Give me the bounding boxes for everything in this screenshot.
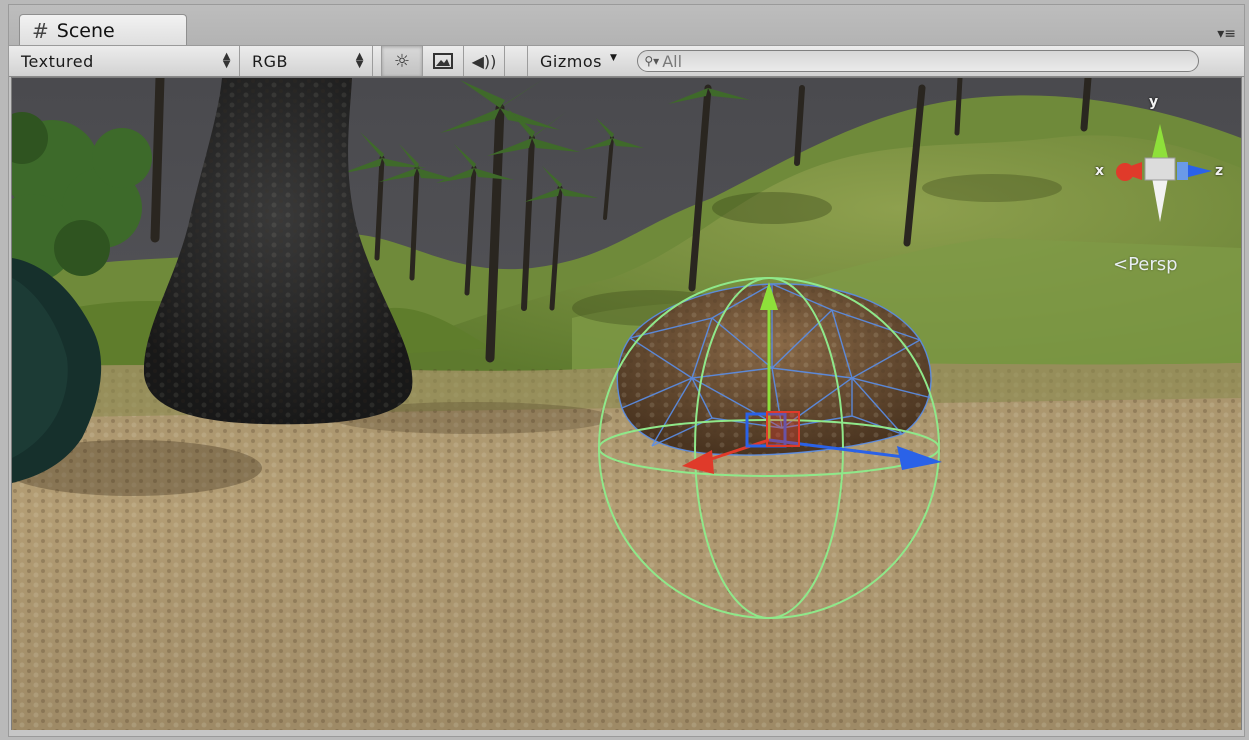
search-placeholder: All (662, 51, 683, 71)
updown-arrows-icon: ▲ ▼ (222, 51, 231, 70)
scene-window: # Scene ▾≡ Textured ▲ ▼ RGB ▲ ▼ ☼ ◀︎)) G… (8, 4, 1245, 737)
color-mode-dropdown[interactable]: RGB ▲ ▼ (240, 46, 372, 76)
tab-scene[interactable]: # Scene (19, 14, 187, 46)
scene-viewport[interactable]: y x z <Persp (11, 77, 1242, 731)
search-input[interactable]: ⚲▾ All (637, 50, 1200, 72)
panel-menu-icon[interactable]: ▾≡ (1216, 27, 1236, 41)
window-bottom-edge (9, 730, 1244, 736)
render-mode-dropdown[interactable]: Textured ▲ ▼ (9, 46, 239, 76)
audio-toggle[interactable]: ◀︎)) (464, 46, 504, 76)
search-icon: ⚲▾ (644, 54, 660, 68)
axis-z-label[interactable]: z (1215, 163, 1223, 179)
separator (504, 46, 505, 76)
tab-title: Scene (56, 19, 115, 42)
image-icon (433, 53, 453, 69)
separator (372, 46, 373, 76)
color-mode-label: RGB (252, 51, 288, 71)
speaker-icon: ◀︎)) (471, 51, 497, 71)
gizmos-dropdown[interactable]: Gizmos ▼ (528, 46, 629, 76)
axis-y-label: y (1149, 94, 1159, 110)
grid-hash-icon: # (32, 18, 49, 43)
image-effects-toggle[interactable] (423, 46, 463, 76)
lighting-toggle[interactable]: ☼ (382, 46, 422, 76)
updown-arrows-icon: ▲ ▼ (355, 51, 364, 70)
scene-render (12, 78, 1241, 730)
render-mode-label: Textured (21, 51, 94, 71)
gizmos-label: Gizmos (540, 51, 602, 71)
scene-toolbar: Textured ▲ ▼ RGB ▲ ▼ ☼ ◀︎)) Gizmos ▼ ⚲▾ … (9, 45, 1244, 77)
projection-toggle[interactable]: <Persp (1113, 254, 1178, 275)
tab-bar: # Scene ▾≡ (9, 5, 1244, 46)
projection-label: Persp (1128, 254, 1178, 275)
sun-icon: ☼ (393, 50, 411, 72)
chevron-down-icon: ▼ (609, 53, 618, 63)
axis-x-label[interactable]: x (1095, 163, 1104, 179)
chevron-left-icon: < (1113, 254, 1129, 275)
